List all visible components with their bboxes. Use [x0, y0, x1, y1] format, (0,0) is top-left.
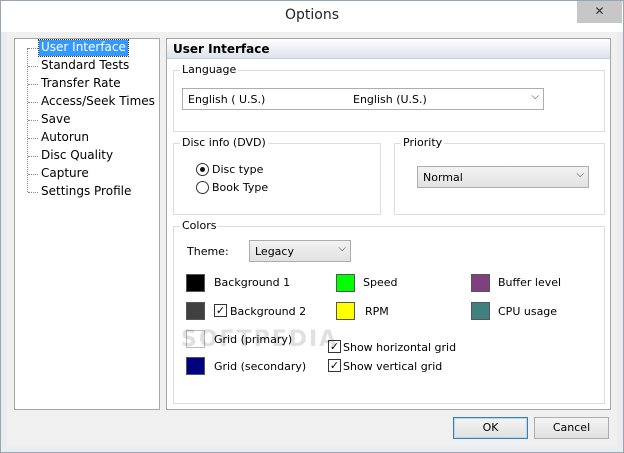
title-bar: Options ✕ [1, 1, 623, 32]
watermark: SOFTPEDIA [181, 327, 339, 352]
radio-selected-icon [196, 163, 209, 176]
background2-swatch[interactable] [186, 302, 205, 320]
options-dialog: Options ✕ User Interface Standard Tests … [0, 0, 624, 453]
tree-item-settings-profile[interactable]: Settings Profile [39, 184, 133, 200]
tree-item-save[interactable]: Save [39, 112, 72, 128]
speed-label: Speed [363, 276, 398, 289]
language-select[interactable]: English ( U.S.) English (U.S.) ⌵ [182, 88, 544, 110]
disc-info-group-label: Disc info (DVD) [180, 136, 268, 150]
colors-group: Colors Theme: Legacy ⌵ Background 1 ✓ Ba… [173, 219, 605, 404]
cpu-usage-label: CPU usage [498, 305, 558, 318]
settings-panel: User Interface Language English ( U.S.) … [166, 38, 611, 410]
tree-connector [28, 84, 38, 85]
language-value: English ( U.S.) [188, 93, 266, 106]
background1-swatch[interactable] [186, 274, 205, 292]
buffer-level-swatch[interactable] [471, 274, 490, 292]
tree-item-transfer-rate[interactable]: Transfer Rate [39, 76, 123, 92]
priority-value: Normal [423, 171, 463, 184]
close-button[interactable]: ✕ [577, 1, 622, 23]
theme-select[interactable]: Legacy ⌵ [249, 240, 351, 262]
grid-secondary-label: Grid (secondary) [214, 360, 307, 373]
tree-connector [28, 66, 38, 67]
tree-item-user-interface[interactable]: User Interface [38, 39, 129, 57]
tree-connector [28, 102, 38, 103]
panel-title: User Interface [173, 42, 270, 56]
language-value-native: English (U.S.) [353, 93, 427, 106]
colors-group-label: Colors [180, 219, 219, 233]
tree-item-disc-quality[interactable]: Disc Quality [39, 148, 115, 164]
tree-connector [28, 120, 38, 121]
radio-unselected-icon [196, 181, 209, 194]
background1-label: Background 1 [214, 276, 291, 289]
rpm-label: RPM [365, 305, 389, 318]
tree-connector [28, 192, 38, 193]
buffer-level-label: Buffer level [498, 276, 562, 289]
priority-group-label: Priority [401, 136, 445, 150]
tree-connector [28, 48, 38, 49]
show-vertical-grid-label: Show vertical grid [343, 360, 443, 373]
chevron-down-icon: ⌵ [531, 91, 539, 102]
tree-connector [28, 138, 38, 139]
window-title: Options [284, 7, 340, 23]
language-group-label: Language [180, 63, 239, 77]
disc-type-label: Disc type [212, 163, 264, 176]
tree-connector [28, 174, 38, 175]
background2-checkbox[interactable]: ✓ [214, 304, 227, 317]
tree-item-access-seek-times[interactable]: Access/Seek Times [39, 94, 157, 110]
theme-value: Legacy [255, 245, 294, 258]
disc-type-radio[interactable]: Disc type [196, 162, 286, 178]
speed-swatch[interactable] [336, 274, 355, 292]
close-icon: ✕ [594, 4, 605, 18]
show-vertical-grid-checkbox[interactable]: ✓ [328, 359, 341, 372]
tree-item-autorun[interactable]: Autorun [39, 130, 91, 146]
priority-select[interactable]: Normal ⌵ [417, 166, 589, 188]
chevron-down-icon: ⌵ [576, 169, 584, 180]
tree-item-capture[interactable]: Capture [39, 166, 91, 182]
background2-label: Background 2 [230, 305, 307, 318]
book-type-radio[interactable]: Book Type [196, 180, 286, 196]
language-group: Language English ( U.S.) English (U.S.) … [173, 63, 605, 132]
theme-label: Theme: [187, 245, 229, 258]
book-type-label: Book Type [212, 181, 269, 194]
priority-group: Priority Normal ⌵ [394, 136, 605, 215]
grid-secondary-swatch[interactable] [186, 357, 205, 375]
chevron-down-icon: ⌵ [338, 243, 346, 254]
cpu-usage-swatch[interactable] [471, 302, 490, 320]
options-tree[interactable]: User Interface Standard Tests Transfer R… [14, 38, 160, 410]
ok-button[interactable]: OK [453, 417, 528, 439]
panel-header: User Interface [167, 39, 610, 59]
tree-item-standard-tests[interactable]: Standard Tests [39, 58, 131, 74]
show-horizontal-grid-label: Show horizontal grid [343, 341, 457, 354]
rpm-swatch[interactable] [336, 302, 355, 320]
tree-connector [28, 156, 38, 157]
dialog-client-area: User Interface Standard Tests Transfer R… [7, 32, 617, 447]
disc-info-group: Disc info (DVD) Disc type Book Type [173, 136, 381, 215]
cancel-button[interactable]: Cancel [534, 417, 609, 439]
